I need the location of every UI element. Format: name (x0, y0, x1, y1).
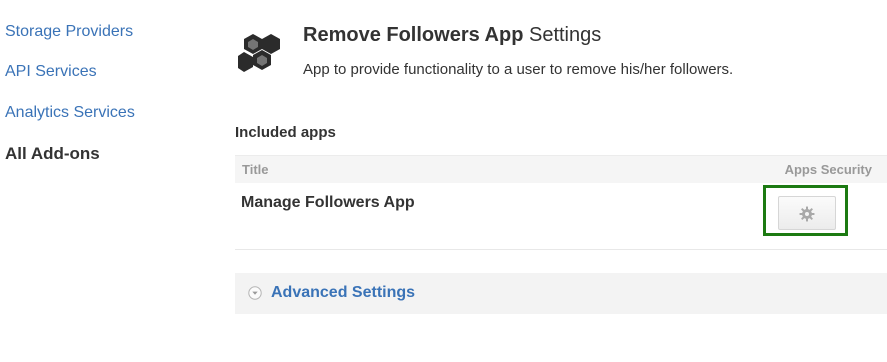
table-header: Title Apps Security (235, 155, 887, 183)
table-row: Manage Followers App (235, 183, 887, 250)
page-title: Remove Followers App Settings (303, 24, 601, 47)
apps-security-button[interactable] (778, 196, 836, 230)
sidebar-item-analytics-services[interactable]: Analytics Services (5, 104, 135, 122)
app-name: Remove Followers App (303, 24, 524, 46)
advanced-settings-toggle[interactable]: Advanced Settings (235, 273, 887, 314)
included-apps-heading: Included apps (235, 124, 336, 141)
sidebar-item-all-add-ons[interactable]: All Add-ons (5, 144, 100, 164)
sidebar-item-storage-providers[interactable]: Storage Providers (5, 23, 133, 41)
column-header-apps-security: Apps Security (784, 162, 872, 177)
hexagon-cubes-icon (236, 26, 288, 78)
sidebar-item-api-services[interactable]: API Services (5, 63, 97, 81)
app-description: App to provide functionality to a user t… (303, 61, 734, 78)
advanced-settings-label: Advanced Settings (271, 284, 416, 301)
gear-icon (799, 206, 815, 222)
row-app-title: Manage Followers App (241, 194, 415, 211)
page: Storage Providers API Services Analytics… (0, 0, 887, 362)
column-header-title: Title (242, 162, 269, 177)
app-title-suffix: Settings (528, 24, 602, 46)
chevron-down-circle-icon (248, 286, 262, 300)
